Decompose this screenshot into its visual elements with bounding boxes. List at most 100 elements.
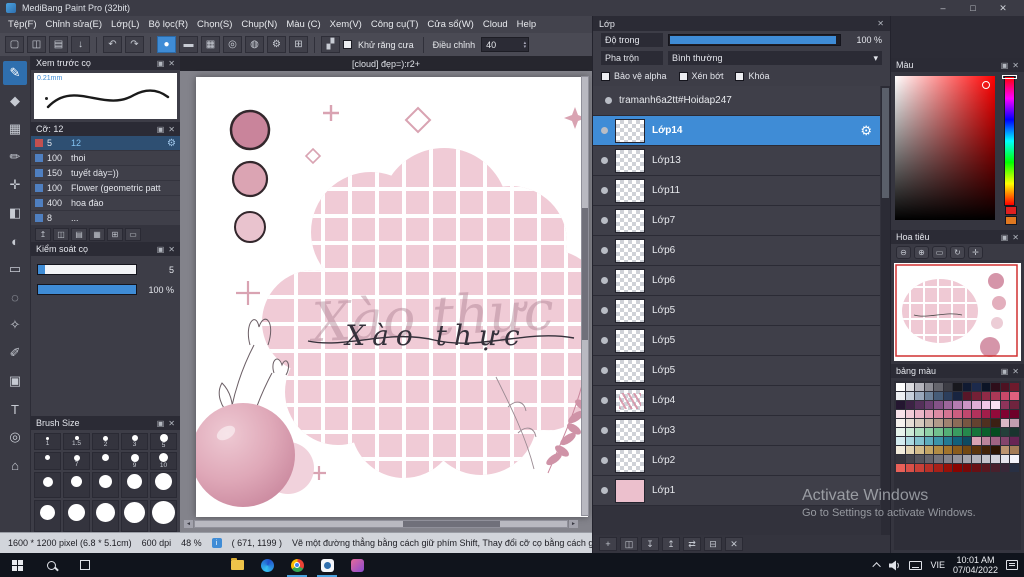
brush-size-option[interactable]: 10: [150, 452, 177, 470]
palette-swatch[interactable]: [1000, 428, 1010, 436]
palette-swatch[interactable]: [943, 419, 953, 427]
language-indicator[interactable]: VIE: [930, 560, 945, 570]
palette-swatch[interactable]: [924, 437, 934, 445]
fill-tool[interactable]: ◧: [3, 201, 27, 225]
brush-new-button[interactable]: ▦: [89, 227, 105, 241]
line-tool-button[interactable]: ▬: [179, 36, 198, 53]
taskbar-file-explorer[interactable]: [222, 553, 252, 577]
move-tool[interactable]: ✛: [3, 173, 27, 197]
palette-swatch[interactable]: [981, 383, 991, 391]
brush-size-slider[interactable]: [37, 264, 137, 275]
eraser-tool[interactable]: ◆: [3, 89, 27, 113]
text-tool[interactable]: T: [3, 397, 27, 421]
panel-float-icon[interactable]: ▣: [157, 125, 165, 134]
menu-tools[interactable]: Công cụ(T): [371, 19, 419, 30]
brush-up-button[interactable]: ↥: [35, 227, 51, 241]
flatten-button[interactable]: ⊟: [704, 537, 722, 551]
layer-row[interactable]: Lớp2: [593, 446, 880, 476]
palette-swatch[interactable]: [934, 455, 943, 463]
brush-list-item[interactable]: 8 ...: [31, 211, 180, 226]
layer-visibility-dot[interactable]: [601, 217, 608, 224]
layer-row[interactable]: Lớp3: [593, 416, 880, 446]
palette-swatch[interactable]: [924, 410, 934, 418]
open-file-button[interactable]: ◫: [27, 36, 46, 53]
palette-swatch[interactable]: [1000, 401, 1010, 409]
fit-view-button[interactable]: ▭: [932, 245, 947, 259]
palette-swatch[interactable]: [1000, 464, 1010, 472]
palette-swatch[interactable]: [991, 437, 1000, 445]
palette-swatch[interactable]: [1010, 401, 1019, 409]
taskbar-search-button[interactable]: [34, 553, 68, 577]
panel-float-icon[interactable]: ▣: [157, 59, 165, 68]
layer-row[interactable]: Lớp1: [593, 476, 880, 506]
palette-swatch[interactable]: [915, 419, 924, 427]
palette-swatch[interactable]: [1010, 437, 1019, 445]
palette-swatch[interactable]: [972, 401, 981, 409]
layer-visibility-dot[interactable]: [601, 127, 608, 134]
palette-swatch[interactable]: [953, 383, 962, 391]
hue-bar[interactable]: [1004, 76, 1015, 206]
palette-swatch[interactable]: [962, 419, 972, 427]
palette-swatch[interactable]: [905, 437, 915, 445]
menu-layer[interactable]: Lớp(L): [111, 19, 139, 30]
menu-cloud[interactable]: Cloud: [483, 19, 508, 30]
layer-visibility-dot[interactable]: [601, 337, 608, 344]
palette-swatch[interactable]: [1010, 410, 1019, 418]
brush-opacity-slider[interactable]: [37, 284, 137, 295]
brush-size-option[interactable]: [34, 452, 61, 470]
layer-visibility-dot[interactable]: [601, 247, 608, 254]
menu-window[interactable]: Cửa sổ(W): [427, 19, 473, 30]
layer-visibility-dot[interactable]: [601, 277, 608, 284]
palette-swatch[interactable]: [953, 437, 962, 445]
brush-size-option[interactable]: 2: [92, 433, 119, 450]
new-file-button[interactable]: ▢: [5, 36, 24, 53]
panel-close-icon[interactable]: ✕: [168, 125, 175, 134]
brush-size-option[interactable]: [92, 500, 119, 532]
palette-swatch[interactable]: [934, 437, 943, 445]
palette-swatch[interactable]: [934, 410, 943, 418]
brush-settings-gear-icon[interactable]: ⚙: [167, 138, 176, 149]
palette-swatch[interactable]: [972, 410, 981, 418]
palette-swatch[interactable]: [905, 383, 915, 391]
palette-swatch[interactable]: [1000, 437, 1010, 445]
adjust-spinner[interactable]: ▴ ▾: [524, 40, 527, 49]
grid-tool-button[interactable]: ▦: [201, 36, 220, 53]
palette-swatch[interactable]: [1000, 419, 1010, 427]
alpha-protect-checkbox[interactable]: [601, 71, 610, 81]
menu-snap[interactable]: Chụp(N): [241, 19, 277, 30]
layer-row[interactable]: tramanh6a2tt#Hoidap247: [593, 86, 880, 116]
palette-swatch[interactable]: [972, 392, 981, 400]
layer-visibility-dot[interactable]: [601, 187, 608, 194]
brush-folder-button[interactable]: ▤: [71, 227, 87, 241]
brush-list-item[interactable]: 150 tuyết dày=)): [31, 166, 180, 181]
brush-size-option[interactable]: 1.5: [63, 433, 90, 450]
palette-swatch[interactable]: [924, 455, 934, 463]
layer-visibility-dot[interactable]: [601, 487, 608, 494]
brush-size-option[interactable]: 1: [34, 433, 61, 450]
palette-swatch[interactable]: [1000, 383, 1010, 391]
circle-tool-button[interactable]: ◎: [223, 36, 242, 53]
panel-float-icon[interactable]: ▣: [1001, 233, 1009, 242]
reset-view-button[interactable]: ✛: [968, 245, 983, 259]
canvas[interactable]: Xào thực Xào thực: [191, 77, 591, 517]
path-tool[interactable]: ✐: [3, 341, 27, 365]
palette-swatch[interactable]: [905, 392, 915, 400]
palette-swatch[interactable]: [962, 401, 972, 409]
saturation-value-box[interactable]: [895, 76, 995, 220]
menu-view[interactable]: Xem(V): [330, 19, 362, 30]
opacity-slider[interactable]: [668, 34, 841, 46]
move-layer-up-button[interactable]: ↥: [662, 537, 680, 551]
brush-size-option[interactable]: [121, 472, 148, 498]
gradient-tool[interactable]: ◐: [3, 229, 27, 253]
layer-row[interactable]: Lớp5: [593, 326, 880, 356]
scroll-left-arrow[interactable]: ◄: [184, 520, 193, 528]
palette-swatch[interactable]: [896, 446, 905, 454]
horizontal-scrollbar[interactable]: [194, 520, 568, 528]
layer-row[interactable]: Lớp4: [593, 386, 880, 416]
panel-float-icon[interactable]: ▣: [1001, 367, 1009, 376]
palette-swatch[interactable]: [972, 455, 981, 463]
palette-swatch[interactable]: [962, 446, 972, 454]
palette-swatch[interactable]: [962, 383, 972, 391]
eyedropper-tool[interactable]: ◎: [3, 425, 27, 449]
layer-row[interactable]: Lớp14 ⚙: [593, 116, 880, 146]
